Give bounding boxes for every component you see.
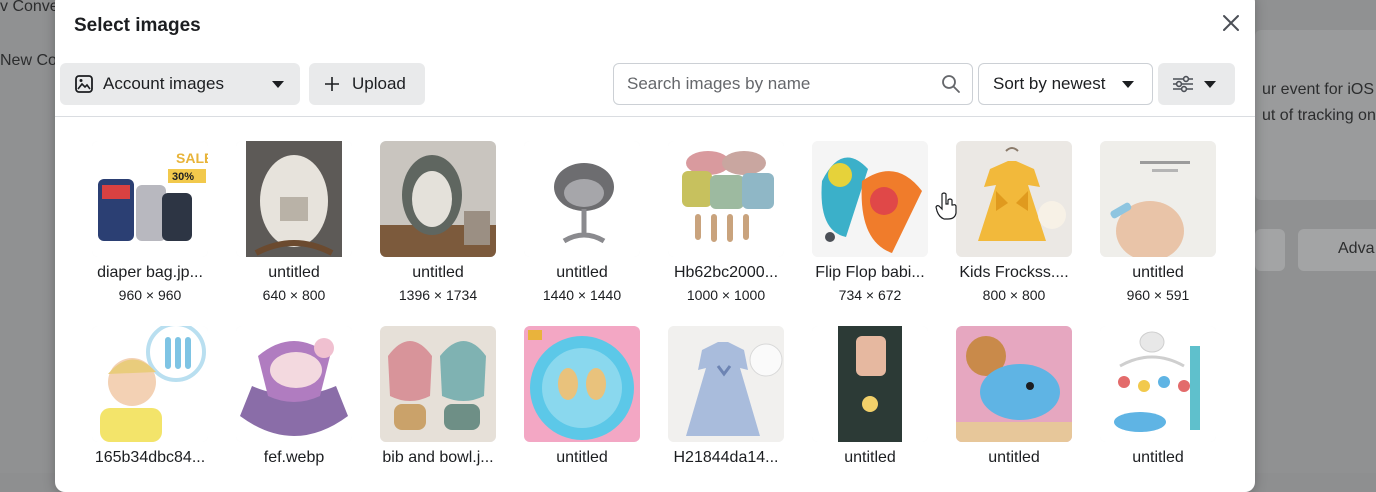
toothbrush-image bbox=[92, 326, 208, 442]
image-dimensions: 1000 × 1000 bbox=[686, 287, 766, 303]
bg-text: New Co bbox=[0, 52, 57, 69]
sort-dropdown[interactable]: Sort by newest bbox=[978, 63, 1153, 105]
close-icon bbox=[1223, 15, 1239, 31]
filter-button[interactable] bbox=[1158, 63, 1235, 105]
bg-text: v Conve bbox=[0, 0, 59, 15]
image-name: untitled bbox=[1132, 264, 1184, 281]
image-thumbnail[interactable] bbox=[524, 326, 640, 442]
night-light-image bbox=[812, 326, 928, 442]
image-thumbnail[interactable] bbox=[92, 326, 208, 442]
image-source-dropdown[interactable]: Account images bbox=[60, 63, 300, 105]
image-name: untitled bbox=[412, 264, 464, 281]
baby-bather-image bbox=[236, 326, 352, 442]
image-source-label: Account images bbox=[103, 74, 224, 93]
image-library-icon bbox=[75, 75, 93, 93]
bg-text: ur event for iOS 1 bbox=[1262, 81, 1376, 98]
caret-down-icon bbox=[1204, 81, 1216, 88]
silicone-bowls-image bbox=[668, 141, 784, 257]
bg-dropdown bbox=[1255, 229, 1285, 271]
image-thumbnail[interactable] bbox=[812, 141, 928, 257]
image-name: 165b34dbc84... bbox=[94, 449, 206, 466]
image-thumbnail[interactable] bbox=[236, 326, 352, 442]
image-dimensions: 800 × 800 bbox=[982, 287, 1046, 303]
image-name: Flip Flop babi... bbox=[815, 264, 925, 281]
image-thumbnail[interactable] bbox=[1100, 326, 1216, 442]
image-name: diaper bag.jp... bbox=[97, 264, 203, 281]
image-name: Hb62bc2000... bbox=[673, 264, 779, 281]
crib-mobile-image bbox=[1100, 326, 1216, 442]
baby-feeder-image bbox=[1100, 141, 1216, 257]
upload-label: Upload bbox=[352, 74, 406, 93]
image-name: untitled bbox=[1132, 449, 1184, 466]
hand-cursor-icon bbox=[935, 192, 957, 220]
image-dimensions: 734 × 672 bbox=[838, 287, 902, 303]
search-icon bbox=[942, 75, 960, 93]
bib-and-bowl-image bbox=[380, 326, 496, 442]
toolbar-divider bbox=[55, 116, 1255, 117]
caret-down-icon bbox=[272, 81, 284, 88]
image-name: untitled bbox=[988, 449, 1040, 466]
image-thumbnail[interactable] bbox=[668, 141, 784, 257]
image-name: Kids Frockss.... bbox=[959, 264, 1069, 281]
image-name: untitled bbox=[268, 264, 320, 281]
image-thumbnail[interactable]: SALE 30% bbox=[92, 141, 208, 257]
image-dimensions: 960 × 591 bbox=[1126, 287, 1190, 303]
image-thumbnail[interactable] bbox=[1100, 141, 1216, 257]
diaper-bag-image: SALE 30% bbox=[92, 141, 208, 257]
image-thumbnail[interactable] bbox=[812, 326, 928, 442]
image-name: untitled bbox=[556, 449, 608, 466]
flip-flop-image bbox=[812, 141, 928, 257]
image-thumbnail[interactable] bbox=[380, 326, 496, 442]
baby-swing-image bbox=[380, 141, 496, 257]
close-button[interactable] bbox=[1218, 10, 1244, 36]
image-name: untitled bbox=[844, 449, 896, 466]
image-name: untitled bbox=[556, 264, 608, 281]
whale-toy-image bbox=[956, 326, 1072, 442]
kids-frock-image bbox=[956, 141, 1072, 257]
modal-title: Select images bbox=[74, 15, 201, 36]
image-thumbnail[interactable] bbox=[668, 326, 784, 442]
image-name: fef.webp bbox=[263, 449, 325, 466]
image-dimensions: 1396 × 1734 bbox=[398, 287, 478, 303]
caret-down-icon bbox=[1122, 81, 1134, 88]
floral-dress-image bbox=[668, 326, 784, 442]
baby-rocker-image bbox=[236, 141, 352, 257]
svg-text:SALE: SALE bbox=[176, 150, 208, 166]
image-dimensions: 1440 × 1440 bbox=[542, 287, 622, 303]
image-dimensions: 960 × 960 bbox=[118, 287, 182, 303]
search-input[interactable] bbox=[625, 73, 929, 95]
select-images-modal: Select images Account images Upload Sear… bbox=[55, 0, 1255, 492]
image-name: H21844da14... bbox=[673, 449, 779, 466]
filter-sliders-icon bbox=[1173, 75, 1193, 93]
image-name: bib and bowl.j... bbox=[382, 449, 494, 466]
image-thumbnail[interactable] bbox=[956, 326, 1072, 442]
image-thumbnail[interactable] bbox=[524, 141, 640, 257]
sort-label: Sort by newest bbox=[993, 74, 1106, 93]
search-field[interactable] bbox=[613, 63, 973, 105]
bg-text: ut of tracking on bbox=[1262, 107, 1376, 124]
bg-advanced-button: Adva bbox=[1298, 229, 1376, 271]
upload-button[interactable]: Upload bbox=[309, 63, 425, 105]
svg-text:30%: 30% bbox=[172, 171, 194, 183]
plus-icon bbox=[325, 77, 339, 91]
image-thumbnail[interactable] bbox=[380, 141, 496, 257]
footprint-kit-image bbox=[524, 326, 640, 442]
baby-swing-image bbox=[524, 141, 640, 257]
image-thumbnail[interactable] bbox=[956, 141, 1072, 257]
image-dimensions: 640 × 800 bbox=[262, 287, 326, 303]
image-thumbnail[interactable] bbox=[236, 141, 352, 257]
